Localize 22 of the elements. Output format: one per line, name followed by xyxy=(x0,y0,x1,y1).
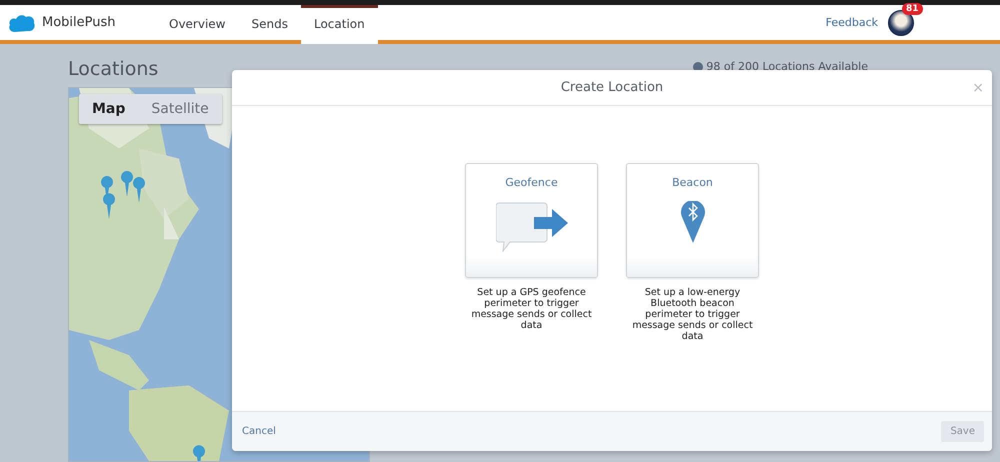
avatar[interactable] xyxy=(888,10,914,36)
notification-badge: 81 xyxy=(902,2,923,14)
dialog-title: Create Location xyxy=(560,80,664,95)
map-view-tab[interactable]: Satellite xyxy=(138,94,222,124)
location-type-card[interactable]: Geofence xyxy=(465,163,598,278)
option-description: Set up a low-energy Bluetooth beacon perimeter to trigger message sends or collect data xyxy=(631,287,754,342)
speech-bubble-arrow-icon xyxy=(496,201,568,253)
feedback-link[interactable]: Feedback xyxy=(826,16,878,29)
info-icon xyxy=(693,62,704,72)
location-type-card[interactable]: Beacon xyxy=(626,163,759,278)
map-view-tab[interactable]: Map xyxy=(79,94,138,124)
nav-tab[interactable]: Location xyxy=(300,5,378,44)
cancel-link[interactable]: Cancel xyxy=(242,426,276,437)
nav-tab[interactable]: Overview xyxy=(156,5,238,40)
bluetooth-pin-icon xyxy=(680,201,704,243)
page-title: Locations xyxy=(68,58,158,80)
nav-tab[interactable]: Sends xyxy=(238,5,301,40)
option-description: Set up a GPS geofence perimeter to trigger message sends or collect data xyxy=(470,287,593,331)
app-name: MobilePush xyxy=(42,15,116,30)
cloud-logo xyxy=(8,12,36,32)
card-title: Beacon xyxy=(672,176,713,189)
card-title: Geofence xyxy=(505,176,558,189)
